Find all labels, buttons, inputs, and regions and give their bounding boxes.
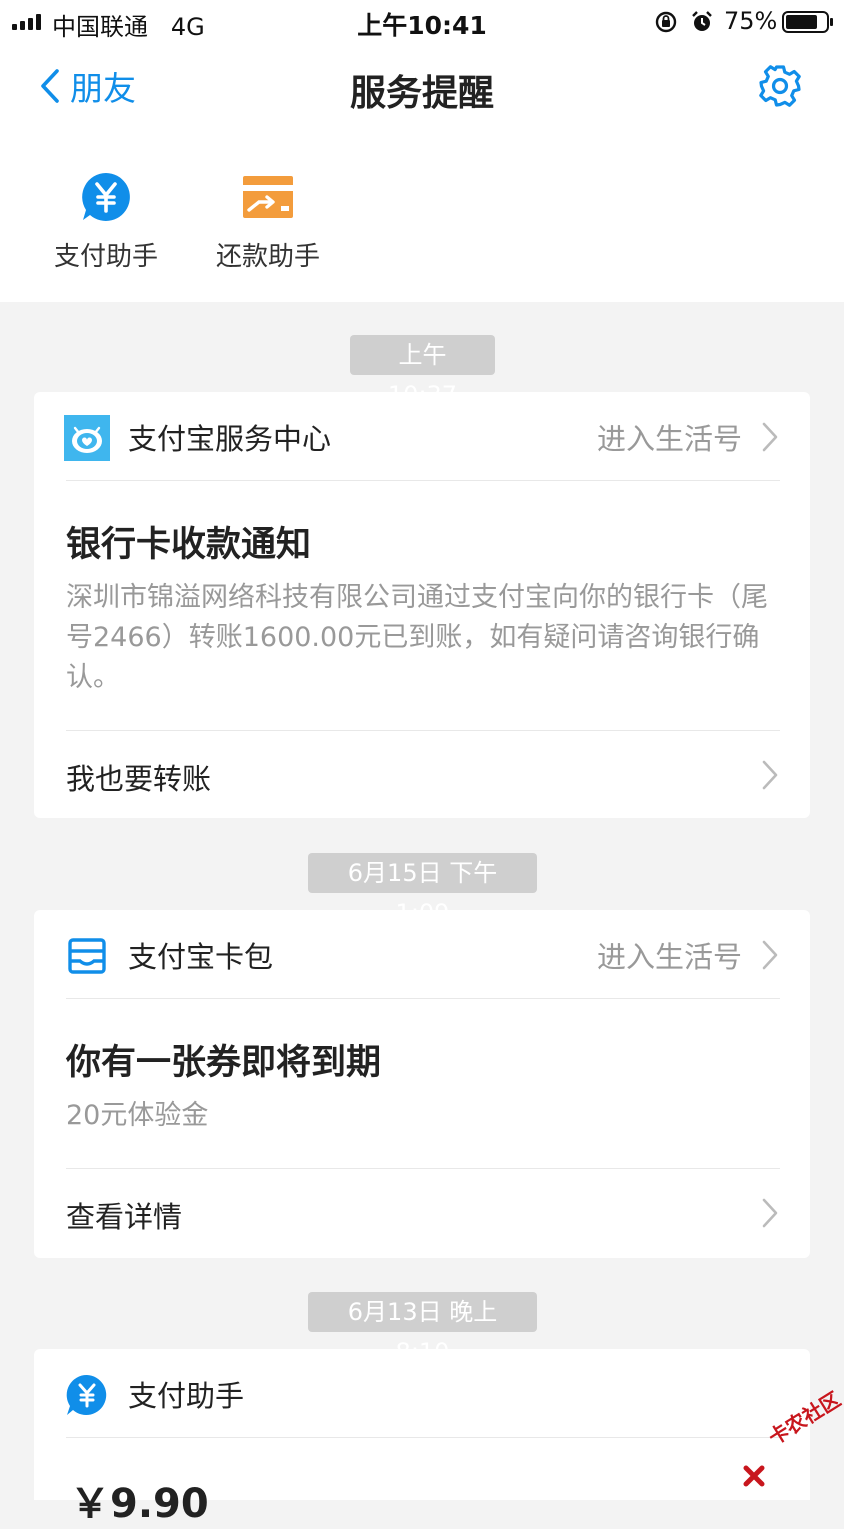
battery-icon xyxy=(782,11,833,33)
message-card: 支付宝卡包 进入生活号 你有一张券即将到期 20元体验金 查看详情 xyxy=(34,910,810,1258)
card-repay-icon xyxy=(243,176,293,218)
divider xyxy=(66,480,780,481)
view-details-link[interactable]: 查看详情 xyxy=(66,1194,182,1236)
battery-percent: 75% xyxy=(724,7,778,35)
message-title: 银行卡收款通知 xyxy=(66,525,312,565)
transfer-action-link[interactable]: 我也要转账 xyxy=(66,756,211,798)
card-wallet-icon xyxy=(68,938,106,974)
quick-entries: 支付助手 还款助手 xyxy=(0,130,844,302)
divider xyxy=(66,730,780,731)
nav-bar: 朋友 服务提醒 xyxy=(0,44,844,130)
chevron-right-icon xyxy=(762,760,778,790)
time-pill: 6月13日 晚上 8:10 xyxy=(308,1292,537,1366)
message-body: 深圳市锦溢网络科技有限公司通过支付宝向你的银行卡（尾号2466）转账1600.0… xyxy=(66,582,768,693)
rotation-lock-icon xyxy=(655,11,677,33)
message-card: 支付助手 ￥9.90 xyxy=(34,1349,810,1527)
time-pill: 6月15日 下午 1:09 xyxy=(308,853,537,927)
chevron-right-icon xyxy=(762,940,778,970)
status-time: 上午10:41 xyxy=(357,11,487,40)
message-title: 你有一张券即将到期 xyxy=(66,1043,382,1083)
divider xyxy=(66,1437,780,1438)
payment-amount: ￥9.90 xyxy=(70,1481,209,1527)
card-source-name: 支付助手 xyxy=(128,1379,245,1413)
quick-entry-label: 还款助手 xyxy=(215,242,320,272)
message-body: 20元体验金 xyxy=(66,1100,209,1131)
divider xyxy=(66,1168,780,1169)
alarm-icon xyxy=(692,11,712,31)
divider xyxy=(66,998,780,999)
chevron-right-icon xyxy=(762,422,778,452)
card-header[interactable]: 支付宝卡包 进入生活号 xyxy=(34,910,810,998)
enter-life-account-link[interactable]: 进入生活号 xyxy=(597,934,742,976)
gear-icon[interactable] xyxy=(758,64,802,108)
message-card: 支付宝服务中心 进入生活号 银行卡收款通知 深圳市锦溢网络科技有限公司通过支付宝… xyxy=(34,392,810,818)
yuan-chat-icon xyxy=(82,173,130,221)
yuan-chat-icon xyxy=(66,1374,107,1415)
chevron-right-icon xyxy=(762,1198,778,1228)
service-center-icon xyxy=(64,415,110,461)
quick-entry-repay-assistant[interactable]: 还款助手 xyxy=(198,170,338,273)
enter-life-account-link[interactable]: 进入生活号 xyxy=(597,416,742,458)
page-title: 服务提醒 xyxy=(349,73,494,114)
card-header[interactable]: 支付宝服务中心 进入生活号 xyxy=(34,392,810,480)
quick-entry-pay-assistant[interactable]: 支付助手 xyxy=(36,170,176,273)
quick-entry-label: 支付助手 xyxy=(53,242,158,272)
status-bar: 中国联通 4G 上午10:41 75% xyxy=(0,0,844,44)
time-pill: 上午 10:37 xyxy=(350,335,495,409)
card-source-name: 支付宝卡包 xyxy=(128,940,274,974)
card-source-name: 支付宝服务中心 xyxy=(128,422,332,456)
card-header[interactable]: 支付助手 xyxy=(34,1349,810,1437)
